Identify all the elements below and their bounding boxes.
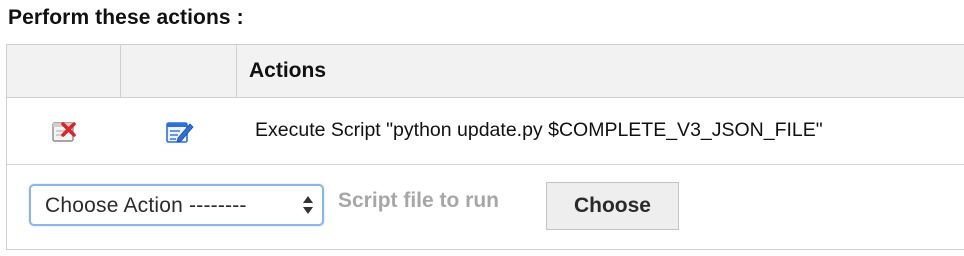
table-header-row: Actions — [7, 45, 964, 98]
script-file-label: Script file to run — [338, 189, 500, 212]
choose-action-select-value: Choose Action -------- — [45, 194, 247, 217]
action-description: Execute Script "python update.py $COMPLE… — [255, 119, 823, 141]
delete-action-button[interactable] — [50, 118, 80, 146]
delete-document-icon — [52, 122, 76, 142]
header-cell-delete — [7, 45, 121, 97]
edit-document-icon — [166, 122, 194, 143]
edit-action-button[interactable] — [165, 118, 195, 146]
select-arrows-icon — [303, 196, 313, 214]
choose-action-select[interactable]: Choose Action -------- — [29, 184, 324, 226]
choose-file-button[interactable]: Choose — [546, 182, 679, 230]
header-label-actions: Actions — [249, 59, 327, 82]
header-cell-actions: Actions — [237, 45, 964, 97]
add-action-controls: Choose Action -------- Script file to ru… — [7, 165, 964, 250]
page-title: Perform these actions : — [8, 6, 244, 29]
header-cell-edit — [121, 45, 237, 97]
table-row: Execute Script "python update.py $COMPLE… — [7, 98, 964, 165]
actions-table: Actions Execute Script "python update.py… — [6, 44, 964, 250]
